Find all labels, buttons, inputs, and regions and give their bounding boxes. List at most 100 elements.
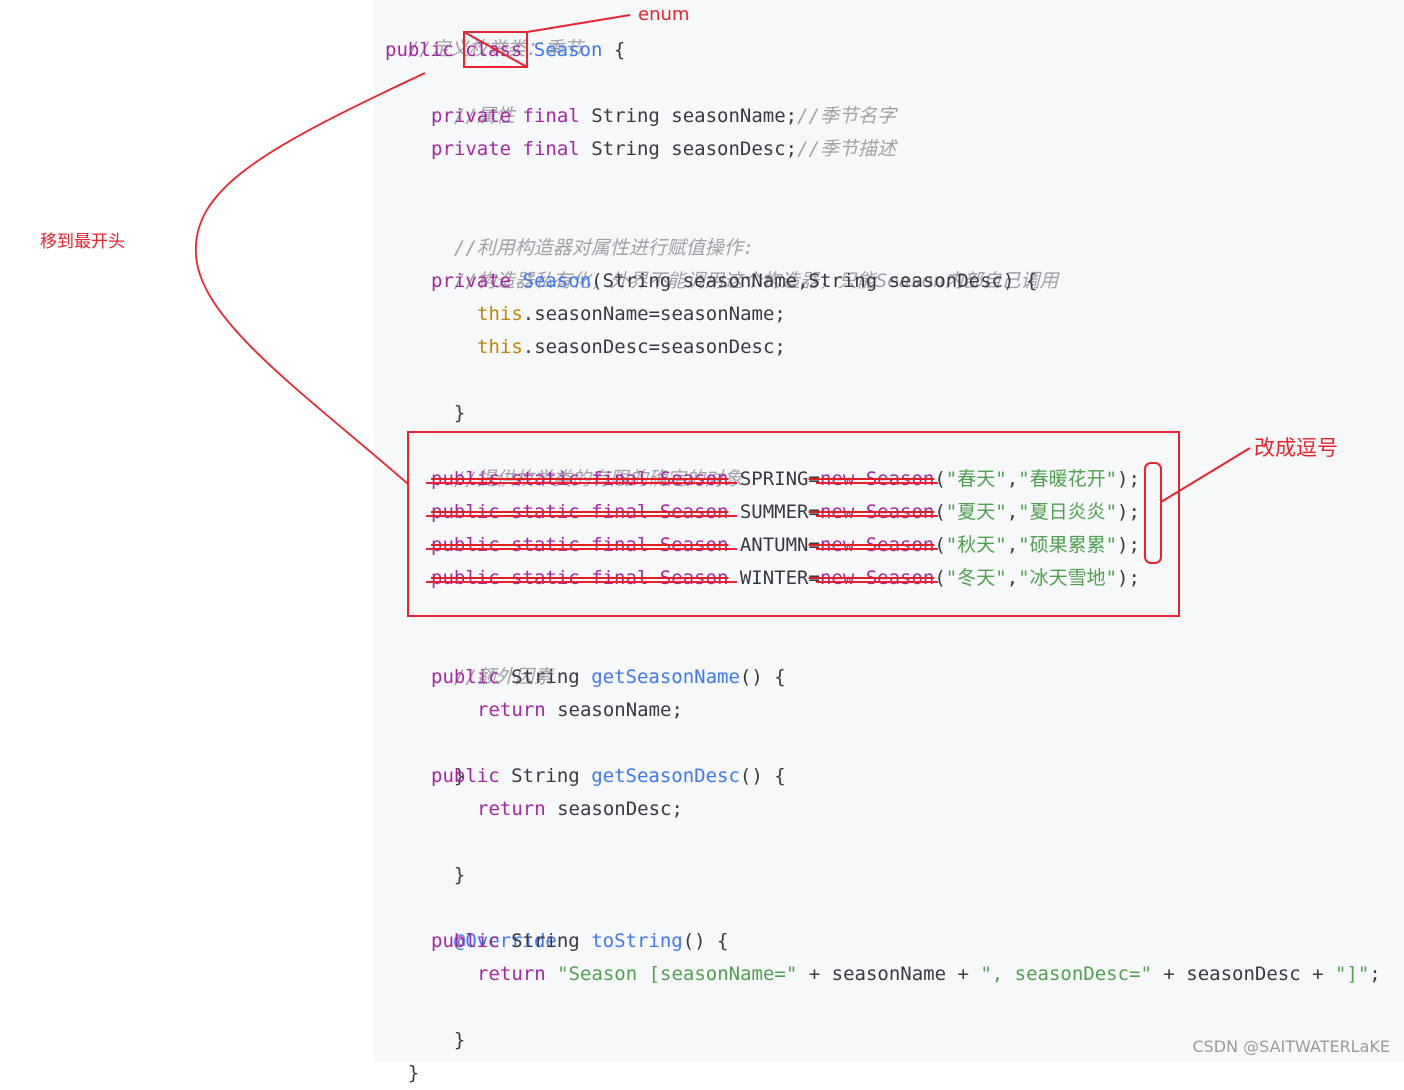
return-type: String — [511, 666, 580, 688]
keyword-private: private — [431, 270, 512, 292]
struck-prefix: public static final Season — [431, 468, 729, 490]
keyword-public: public — [431, 930, 500, 952]
code-line-8: //构造器私有化，外界不能调用这个构造器，只能Season内部自己调用 — [431, 232, 1059, 292]
struck-prefix: public static final Season — [431, 534, 729, 556]
open-paren: ( — [934, 534, 946, 556]
watermark: CSDN @SAITWATERLaKE — [1192, 1037, 1390, 1056]
semicolon: ; — [1369, 963, 1381, 985]
open-paren: ( — [934, 567, 946, 589]
code-line-11: this.seasonDesc=seasonDesc; — [477, 331, 786, 364]
string-arg: "夏天" — [945, 501, 1007, 523]
constructor-params: (String seasonName,String seasonDesc) { — [591, 270, 1038, 292]
concat: + seasonDesc + — [1151, 963, 1335, 985]
method-sig-rest: () { — [682, 930, 729, 952]
return-value: seasonName; — [557, 699, 683, 721]
comment-season-desc: //季节描述 — [797, 138, 896, 160]
keyword-return: return — [477, 699, 546, 721]
code-line-28: @Override — [431, 892, 557, 952]
open-paren: ( — [934, 501, 946, 523]
constructor-name: Season — [522, 270, 592, 292]
code-line-29: public String toString() { — [431, 925, 728, 958]
method-get-season-desc: getSeasonDesc — [591, 765, 740, 787]
statement-end: ); — [1117, 534, 1140, 556]
close-brace: } — [453, 1029, 466, 1051]
code-line-3: //属性 — [431, 67, 515, 127]
struck-equals: = — [808, 567, 820, 589]
code-line-10: this.seasonName=seasonName; — [477, 298, 786, 331]
method-to-string: toString — [591, 930, 683, 952]
string-arg: "冬天" — [945, 567, 1007, 589]
comma: , — [1006, 567, 1019, 589]
return-value: seasonDesc; — [557, 798, 683, 820]
enum-constant-summer: SUMMER — [728, 501, 809, 523]
string-arg: "夏日炎炎" — [1018, 501, 1118, 523]
return-type: String — [511, 930, 580, 952]
enum-annotation-label: enum — [638, 4, 690, 25]
code-line-21: public String getSeasonName() { — [431, 661, 786, 694]
keyword-private: private — [431, 138, 512, 160]
code-line-25: return seasonDesc; — [477, 793, 683, 826]
open-paren: ( — [934, 468, 946, 490]
keyword-this: this — [477, 336, 523, 358]
keyword-return: return — [477, 963, 546, 985]
string-literal: "]" — [1334, 963, 1370, 985]
class-name-season: Season — [533, 39, 603, 61]
field-season-name: String seasonName; — [591, 105, 798, 127]
code-line-26: } — [431, 826, 465, 886]
struck-equals: = — [808, 501, 820, 523]
string-arg: "硕果累累" — [1018, 534, 1118, 556]
struck-prefix: public static final Season — [431, 567, 729, 589]
keyword-final: final — [522, 105, 580, 127]
enum-constant-winter: WINTER — [728, 567, 809, 589]
assign-season-desc: .seasonDesc=seasonDesc; — [522, 336, 786, 358]
close-brace: } — [453, 402, 466, 424]
code-line-1: //定义枚举类：季节 — [385, 0, 583, 60]
class-close-brace: } — [407, 1062, 420, 1084]
comment-season-name: //季节名字 — [797, 105, 896, 127]
enum-constant-spring: SPRING — [728, 468, 809, 490]
statement-end: ); — [1117, 501, 1140, 523]
code-line-14: //提供枚举类的有限的确定的对象 — [431, 430, 743, 490]
keyword-class: class — [465, 39, 523, 61]
code-line-5: private final String seasonDesc;//季节描述 — [431, 133, 896, 166]
field-season-desc: String seasonDesc; — [591, 138, 798, 160]
enum-constant-antumn: ANTUMN — [728, 534, 809, 556]
keyword-public: public — [431, 765, 500, 787]
open-brace: { — [613, 39, 626, 61]
struck-new-season: new Season — [819, 468, 935, 490]
change-to-comma-annotation-label: 改成逗号 — [1254, 436, 1338, 460]
keyword-public: public — [385, 39, 454, 61]
code-line-4: private final String seasonName;//季节名字 — [431, 100, 896, 133]
code-line-2: public class Season { — [385, 34, 625, 67]
code-line-24: public String getSeasonDesc() { — [431, 760, 786, 793]
keyword-final: final — [522, 138, 580, 160]
method-sig-rest: () { — [739, 765, 786, 787]
code-line-summer: public static final Season SUMMER=new Se… — [431, 496, 1140, 529]
close-brace: } — [453, 864, 466, 886]
code-line-antumn: public static final Season ANTUMN=new Se… — [431, 529, 1140, 562]
struck-new-season: new Season — [819, 501, 935, 523]
code-line-spring: public static final Season SPRING=new Se… — [431, 463, 1140, 496]
keyword-public: public — [431, 666, 500, 688]
code-line-12: } — [431, 364, 465, 424]
comma: , — [1006, 468, 1019, 490]
struck-prefix: public static final Season — [431, 501, 729, 523]
code-line-winter: public static final Season WINTER=new Se… — [431, 562, 1140, 595]
string-literal: "Season [seasonName=" — [557, 963, 798, 985]
string-arg: "春暖花开" — [1018, 468, 1118, 490]
code-line-23: } — [431, 727, 465, 787]
comma: , — [1006, 534, 1019, 556]
struck-new-season: new Season — [819, 567, 935, 589]
string-literal: ", seasonDesc=" — [980, 963, 1152, 985]
string-arg: "春天" — [945, 468, 1007, 490]
code-line-7: //利用构造器对属性进行赋值操作: — [431, 199, 754, 259]
struck-equals: = — [808, 468, 820, 490]
keyword-return: return — [477, 798, 546, 820]
statement-end: ); — [1117, 567, 1140, 589]
struck-new-season: new Season — [819, 534, 935, 556]
assign-season-name: .seasonName=seasonName; — [522, 303, 786, 325]
code-line-22: return seasonName; — [477, 694, 683, 727]
code-line-20: //额外因素 — [431, 628, 553, 688]
keyword-this: this — [477, 303, 523, 325]
return-type: String — [511, 765, 580, 787]
